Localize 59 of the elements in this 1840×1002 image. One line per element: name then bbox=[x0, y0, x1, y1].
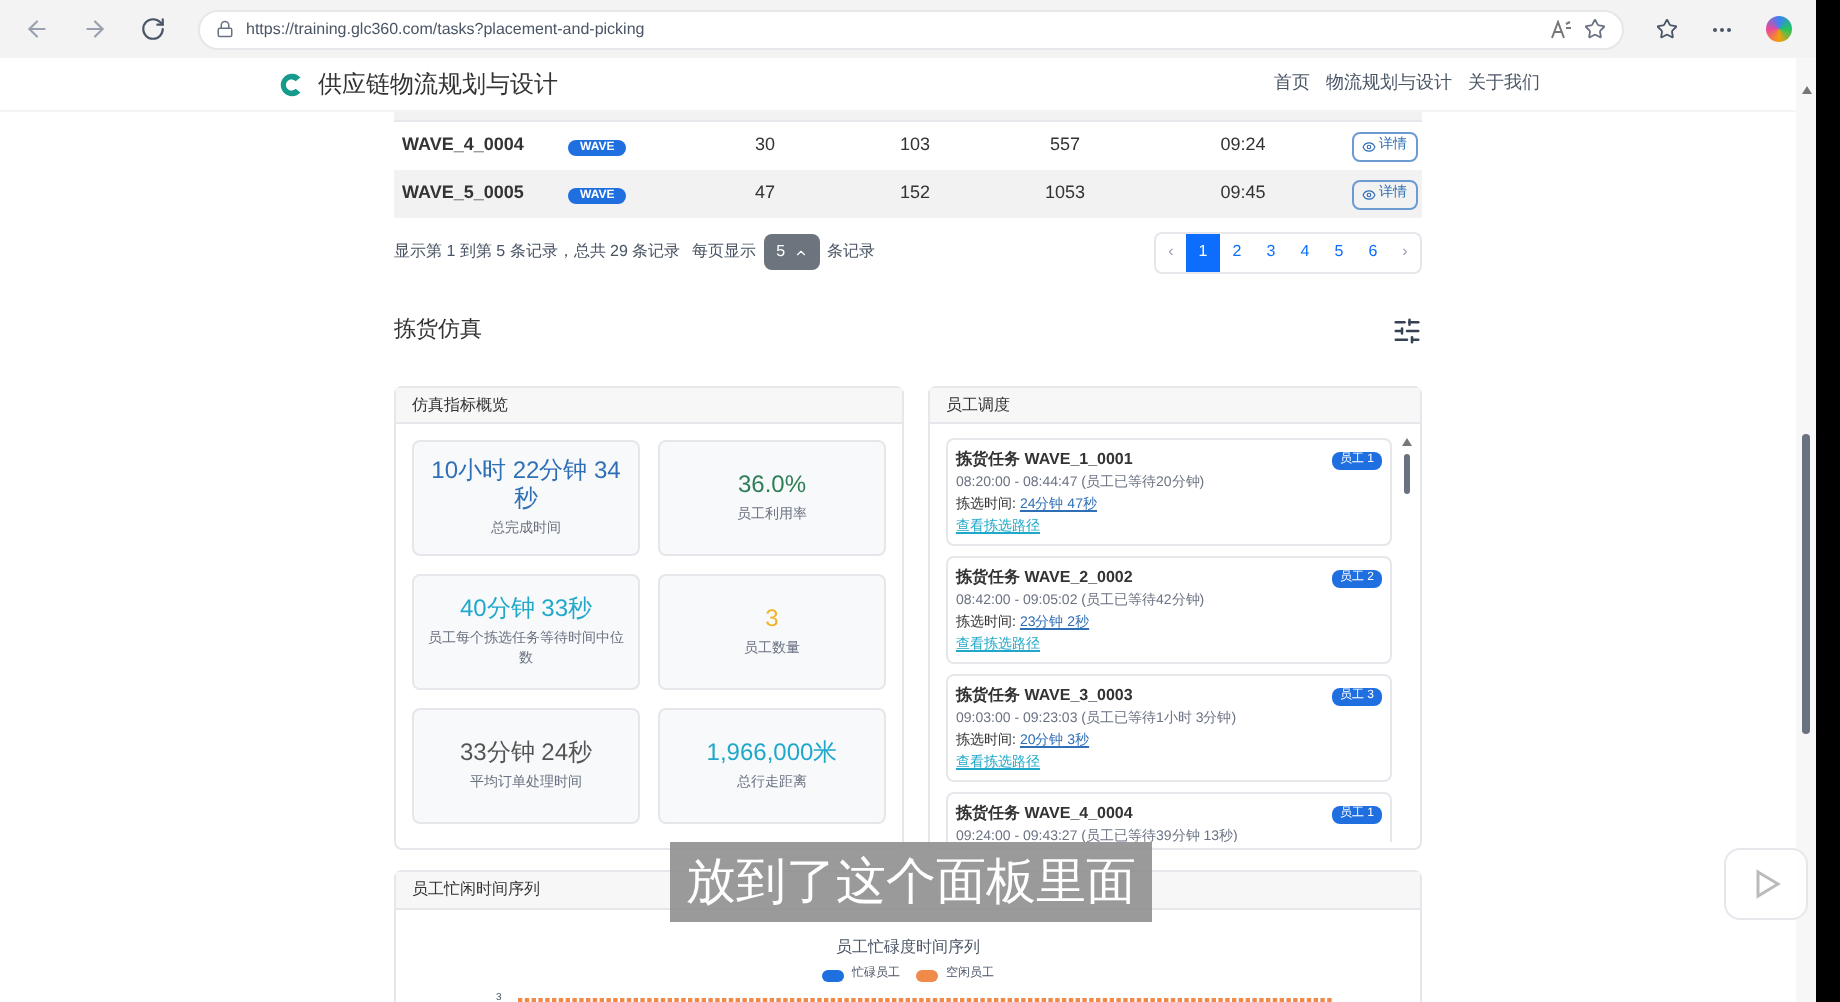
page-button[interactable]: 1 bbox=[1186, 233, 1220, 271]
nav-link[interactable]: 关于我们 bbox=[1468, 70, 1540, 98]
table-cell-text: 557 bbox=[1047, 132, 1083, 159]
scroll-up-icon[interactable] bbox=[1401, 438, 1411, 446]
favorite-icon[interactable] bbox=[1584, 18, 1606, 40]
metric-value: 1,966,000米 bbox=[706, 738, 838, 766]
per-page-suffix: 条记录 bbox=[827, 240, 876, 264]
metric-value: 10小时 22分钟 34秒 bbox=[429, 456, 623, 512]
records-summary: 显示第 1 到第 5 条记录，总共 29 条记录 bbox=[394, 240, 681, 264]
video-caption: 放到了这个面板里面 bbox=[670, 842, 1152, 922]
page-button[interactable]: 6 bbox=[1356, 233, 1390, 271]
url-text: https://training.glc360.com/tasks?placement-and-picking bbox=[246, 17, 645, 41]
scroll-thumb[interactable] bbox=[1802, 434, 1810, 734]
nav-link[interactable]: 首页 bbox=[1274, 70, 1310, 98]
task-title: 拣货任务 WAVE_4_0004 bbox=[956, 802, 1133, 826]
per-page-dropdown[interactable]: 5 bbox=[764, 234, 820, 270]
metric-value: 40分钟 33秒 bbox=[459, 594, 593, 622]
lock-icon bbox=[216, 20, 234, 38]
page-button[interactable]: 4 bbox=[1288, 233, 1322, 271]
eye-icon bbox=[1361, 187, 1375, 201]
metric-value: 36.0% bbox=[737, 470, 807, 498]
caret-icon bbox=[793, 245, 808, 259]
reload-icon[interactable] bbox=[140, 16, 166, 42]
favorites-icon[interactable] bbox=[1656, 18, 1678, 40]
task-title: 拣货任务 WAVE_3_0003 bbox=[956, 684, 1133, 708]
previous-page-button[interactable]: ‹ bbox=[1156, 233, 1186, 271]
per-page-label: 每页显示 bbox=[692, 240, 757, 264]
scroll-up-icon[interactable] bbox=[1801, 86, 1811, 94]
table-cell-text: WAVE_5_0005 bbox=[400, 180, 526, 207]
page-button[interactable]: 5 bbox=[1322, 233, 1356, 271]
table-cell-text: 09:45 bbox=[1218, 180, 1268, 207]
table-cell-text: 30 bbox=[752, 132, 777, 159]
copilot-icon[interactable] bbox=[1766, 16, 1792, 42]
table-cell-text: 09:24 bbox=[1218, 132, 1268, 159]
settings-icon[interactable] bbox=[1392, 315, 1422, 345]
address-bar[interactable]: https://training.glc360.com/tasks?placement-and-picking bbox=[198, 9, 1624, 49]
section-title: 拣货仿真 bbox=[394, 315, 482, 346]
panel-title: 仿真指标概览 bbox=[396, 388, 902, 424]
chart-title: 员工忙碌度时间序列 bbox=[836, 936, 980, 960]
panel-title: 员工调度 bbox=[930, 388, 1420, 424]
table-cell-text: WAVE_4_0004 bbox=[400, 132, 526, 159]
metric-value: 33分钟 24秒 bbox=[459, 738, 593, 766]
page-button[interactable]: 3 bbox=[1254, 233, 1288, 271]
table-cell-text: 152 bbox=[897, 180, 933, 207]
table-cell-text: 103 bbox=[897, 132, 933, 159]
read-aloud-icon[interactable] bbox=[1550, 19, 1572, 39]
next-page-button[interactable]: › bbox=[1390, 233, 1420, 271]
page-button[interactable]: 2 bbox=[1220, 233, 1254, 271]
metric-value: 3 bbox=[765, 604, 779, 632]
logo-icon bbox=[276, 69, 306, 99]
eye-icon bbox=[1361, 139, 1375, 153]
task-title: 拣货任务 WAVE_2_0002 bbox=[956, 566, 1133, 590]
task-title: 拣货任务 WAVE_1_0001 bbox=[956, 448, 1133, 472]
scroll-thumb[interactable] bbox=[1403, 454, 1409, 494]
brand-name: 供应链物流规划与设计 bbox=[318, 68, 558, 102]
nav-link[interactable]: 物流规划与设计 bbox=[1326, 70, 1452, 98]
page-scrollbar[interactable] bbox=[1796, 58, 1816, 1002]
table-cell-text: 1053 bbox=[1042, 180, 1088, 207]
table-cell-text: 47 bbox=[752, 180, 777, 207]
